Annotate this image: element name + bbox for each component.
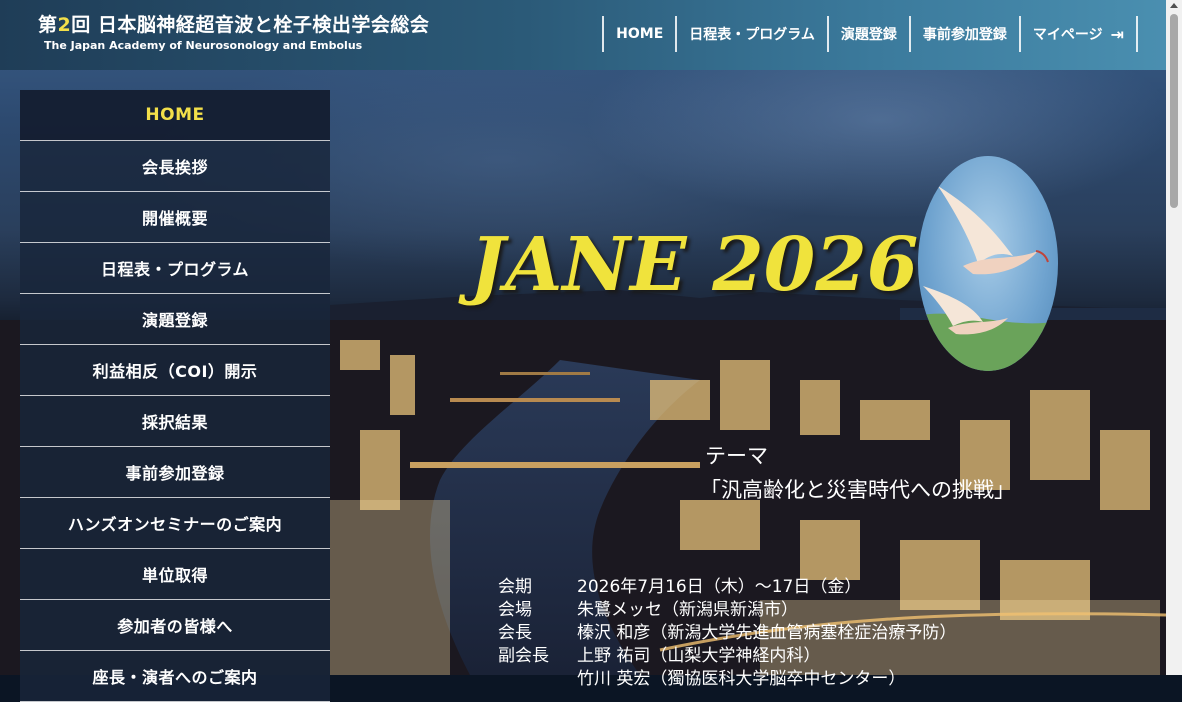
info-row-vice-president-2: 竹川 英宏（獨協医科大学脳卒中センター） bbox=[498, 664, 956, 689]
topnav-mypage[interactable]: マイページ ⇥ bbox=[1018, 16, 1138, 52]
login-icon: ⇥ bbox=[1110, 24, 1124, 44]
sidebar-item-chairs[interactable]: 座長・演者へのご案内 bbox=[20, 651, 330, 702]
sidebar-item-schedule[interactable]: 日程表・プログラム bbox=[20, 243, 330, 294]
scrollbar-thumb[interactable] bbox=[1170, 14, 1178, 208]
ibis-emblem bbox=[918, 156, 1058, 371]
info-row-dates: 会期 2026年7月16日（木）～17日（金） bbox=[498, 572, 956, 597]
site-header: 第2回 日本脳神経超音波と栓子検出学会総会 The Japan Academy … bbox=[0, 0, 1166, 70]
sidebar-item-abstract[interactable]: 演題登録 bbox=[20, 294, 330, 345]
info-label: 会期 bbox=[498, 577, 532, 597]
hero-title: JANE 2026 bbox=[470, 222, 919, 308]
sidebar-item-handson[interactable]: ハンズオンセミナーのご案内 bbox=[20, 498, 330, 549]
theme-label: テーマ bbox=[705, 444, 768, 468]
info-value: 竹川 英宏（獨協医科大学脳卒中センター） bbox=[577, 669, 906, 689]
info-value: 2026年7月16日（木）～17日（金） bbox=[577, 577, 862, 597]
site-subtitle: The Japan Academy of Neurosonology and E… bbox=[44, 39, 363, 52]
sidebar-item-home[interactable]: HOME bbox=[20, 90, 330, 141]
top-navigation: HOME 日程表・プログラム 演題登録 事前参加登録 マイページ ⇥ bbox=[602, 16, 1138, 52]
info-row-vice-president: 副会長 上野 祐司（山梨大学神経内科） bbox=[498, 641, 956, 666]
sidebar-item-registration[interactable]: 事前参加登録 bbox=[20, 447, 330, 498]
info-label bbox=[498, 664, 577, 687]
sidebar-item-overview[interactable]: 開催概要 bbox=[20, 192, 330, 243]
sidebar-item-coi[interactable]: 利益相反（COI）開示 bbox=[20, 345, 330, 396]
theme-text: 「汎高齢化と災害時代への挑戦」 bbox=[700, 478, 1015, 502]
sidebar-menu: HOME 会長挨拶 開催概要 日程表・プログラム 演題登録 利益相反（COI）開… bbox=[20, 90, 330, 702]
info-value: 榛沢 和彦（新潟大学先進血管病塞栓症治療予防） bbox=[577, 623, 957, 643]
page-scrollbar[interactable] bbox=[1166, 0, 1182, 675]
sidebar-item-credits[interactable]: 単位取得 bbox=[20, 549, 330, 600]
topnav-abstract[interactable]: 演題登録 bbox=[826, 16, 909, 52]
topnav-registration[interactable]: 事前参加登録 bbox=[908, 16, 1019, 52]
sidebar-item-greeting[interactable]: 会長挨拶 bbox=[20, 141, 330, 192]
topnav-home[interactable]: HOME bbox=[602, 16, 675, 52]
info-row-venue: 会場 朱鷺メッセ（新潟県新潟市） bbox=[498, 595, 956, 620]
sidebar-item-results[interactable]: 採択結果 bbox=[20, 396, 330, 447]
site-brand[interactable]: 第2回 日本脳神経超音波と栓子検出学会総会 The Japan Academy … bbox=[38, 10, 429, 52]
info-value: 上野 祐司（山梨大学神経内科） bbox=[577, 646, 821, 666]
site-title: 第2回 日本脳神経超音波と栓子検出学会総会 bbox=[38, 14, 430, 36]
info-row-president: 会長 榛沢 和彦（新潟大学先進血管病塞栓症治療予防） bbox=[498, 618, 957, 643]
event-info: 会期 2026年7月16日（木）～17日（金） 会場 朱鷺メッセ（新潟県新潟市）… bbox=[498, 572, 957, 689]
topnav-schedule[interactable]: 日程表・プログラム bbox=[675, 16, 827, 52]
info-label: 会長 bbox=[498, 623, 532, 643]
info-label: 会場 bbox=[498, 600, 532, 620]
sidebar-item-participants[interactable]: 参加者の皆様へ bbox=[20, 600, 330, 651]
info-value: 朱鷺メッセ（新潟県新潟市） bbox=[577, 600, 798, 620]
info-label: 副会長 bbox=[498, 646, 549, 666]
scroll-up-icon[interactable] bbox=[1170, 3, 1178, 8]
